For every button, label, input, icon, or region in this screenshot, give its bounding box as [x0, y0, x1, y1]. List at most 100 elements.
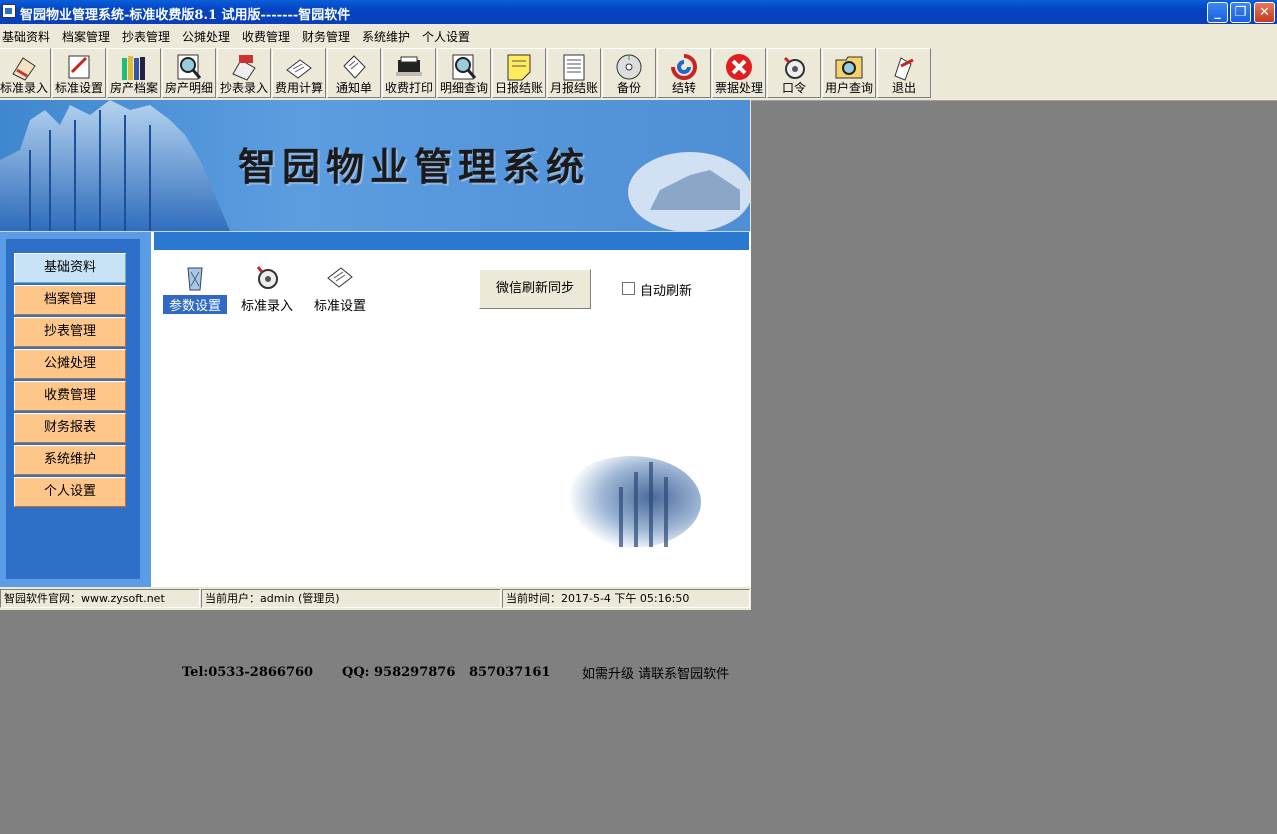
menu-item-system[interactable]: 系统维护 [362, 28, 410, 45]
toolbar-detail-query-button[interactable]: 明细查询 [437, 48, 491, 98]
standard-setting-item[interactable]: 标准设置 [308, 259, 372, 314]
toolbar-transfer-button[interactable]: 结转 [657, 48, 711, 98]
toolbar-label: 房产档案 [109, 81, 158, 95]
transfer-icon [671, 54, 697, 80]
toolbar-label: 退出 [891, 81, 916, 95]
content-panel: 参数设置 标准录入 标准设置 微信刷新同步 自动刷新 Tel:0533-2866… [151, 232, 751, 682]
tel-text: Tel:0533-2866760 [182, 665, 314, 680]
close-button[interactable]: ✕ [1254, 2, 1275, 23]
backup-disc-icon [616, 54, 642, 80]
toolbar-label: 抄表录入 [219, 81, 268, 95]
menu-bar: 基础资料 档案管理 抄表管理 公摊处理 收费管理 财务管理 系统维护 个人设置 [0, 24, 1277, 45]
standard-setting-icon [327, 267, 353, 288]
toolbar-daily-close-button[interactable]: 日报结账 [492, 48, 546, 98]
toolbar-label: 通知单 [335, 81, 372, 95]
content-header-stripe [154, 232, 749, 250]
toolbar-label: 结转 [671, 81, 696, 95]
report-icon [563, 54, 585, 81]
restore-button[interactable]: ❐ [1230, 2, 1251, 23]
standard-entry-item[interactable]: 标准录入 [235, 259, 299, 314]
menu-item-finance[interactable]: 财务管理 [302, 28, 350, 45]
toolbar-label: 房产明细 [164, 81, 213, 95]
auto-refresh-checkbox[interactable] [622, 282, 635, 295]
toolbar-user-query-button[interactable]: 用户查询 [822, 48, 876, 98]
toolbar: 标准录入 标准设置 房产档案 房产明细 抄表录入 费用计算 通知单 收费打印 明… [0, 45, 1277, 101]
auto-refresh-label: 自动刷新 [640, 284, 693, 299]
status-user: 当前用户：admin (管理员) [201, 589, 501, 608]
toolbar-label: 口令 [781, 81, 806, 95]
parameter-setting-label: 参数设置 [163, 295, 227, 314]
status-bar: 智园软件官网：www.zysoft.net 当前用户：admin (管理员) 当… [0, 587, 751, 610]
wechat-sync-button[interactable]: 微信刷新同步 [479, 269, 591, 309]
nav-finance-report[interactable]: 财务报表 [14, 413, 126, 443]
cancel-icon [726, 54, 752, 80]
standard-entry-icon [256, 266, 278, 289]
nav-system[interactable]: 系统维护 [14, 445, 126, 475]
menu-item-archive[interactable]: 档案管理 [62, 28, 110, 45]
toolbar-label: 票据处理 [714, 81, 763, 95]
upgrade-text: 如需升级 请联系智园软件 [582, 667, 730, 682]
toolbar-backup-button[interactable]: 备份 [602, 48, 656, 98]
status-time: 当前时间：2017-5-4 下午 05:16:50 [502, 589, 750, 608]
toolbar-label: 标准设置 [54, 81, 103, 95]
nav-basic-data[interactable]: 基础资料 [14, 253, 126, 283]
printer-icon [396, 56, 422, 76]
toolbar-label: 费用计算 [274, 81, 323, 95]
parameter-setting-item[interactable]: 参数设置 [163, 259, 227, 314]
toolbar-exit-button[interactable]: 退出 [877, 48, 931, 98]
books-icon [122, 56, 145, 80]
minimize-button[interactable]: _ [1207, 2, 1228, 23]
toolbar-label: 收费打印 [384, 81, 433, 95]
toolbar-fee-calc-button[interactable]: 费用计算 [272, 48, 326, 98]
nav-meter[interactable]: 抄表管理 [14, 317, 126, 347]
toolbar-print-button[interactable]: 收费打印 [382, 48, 436, 98]
toolbar-monthly-close-button[interactable]: 月报结账 [547, 48, 601, 98]
nav-shared[interactable]: 公摊处理 [14, 349, 126, 379]
pen-paper-icon [12, 57, 36, 81]
menu-item-shared[interactable]: 公摊处理 [182, 28, 230, 45]
toolbar-ticket-button[interactable]: 票据处理 [712, 48, 766, 98]
notice-icon [343, 55, 366, 79]
banner-title: 智园物业管理系统 [238, 144, 591, 189]
nav-personal[interactable]: 个人设置 [14, 477, 126, 507]
toolbar-label: 标准录入 [0, 81, 48, 95]
toolbar-meter-entry-button[interactable]: 抄表录入 [217, 48, 271, 98]
app-icon[interactable] [2, 4, 16, 18]
meter-entry-icon [232, 55, 256, 81]
nav-archive[interactable]: 档案管理 [14, 285, 126, 315]
standard-setting-label: 标准设置 [313, 299, 366, 314]
nav-charge[interactable]: 收费管理 [14, 381, 126, 411]
search-doc-icon [452, 54, 477, 80]
toolbar-notice-button[interactable]: 通知单 [327, 48, 381, 98]
menu-item-basic-data[interactable]: 基础资料 [2, 28, 50, 45]
toolbar-label: 用户查询 [824, 81, 873, 95]
toolbar-password-button[interactable]: 口令 [767, 48, 821, 98]
menu-item-charge[interactable]: 收费管理 [242, 28, 290, 45]
password-icon [783, 56, 805, 79]
menu-item-personal[interactable]: 个人设置 [422, 28, 470, 45]
banner: 智园物业管理系统 [0, 100, 750, 233]
toolbar-property-detail-button[interactable]: 房产明细 [162, 48, 216, 98]
qq2-text: 857037161 [469, 665, 551, 680]
standard-entry-label: 标准录入 [240, 299, 293, 314]
window-title: 智园物业管理系统-标准收费版8.1 试用版-------智园软件 [20, 8, 351, 23]
menu-item-meter[interactable]: 抄表管理 [122, 28, 170, 45]
toolbar-property-archive-button[interactable]: 房产档案 [107, 48, 161, 98]
title-bar: 智园物业管理系统-标准收费版8.1 试用版-------智园软件 _ ❐ ✕ [0, 0, 1277, 24]
magnifier-icon [177, 54, 202, 80]
toolbar-label: 月报结账 [549, 81, 598, 95]
building-decoration-image [561, 456, 701, 548]
calculation-icon [286, 59, 312, 79]
toolbar-label: 备份 [616, 81, 641, 95]
toolbar-standard-entry-button[interactable]: 标准录入 [0, 48, 51, 98]
status-website: 智园软件官网：www.zysoft.net [0, 589, 200, 608]
toolbar-standard-setting-button[interactable]: 标准设置 [52, 48, 106, 98]
sidebar: 基础资料 档案管理 抄表管理 公摊处理 收费管理 财务报表 系统维护 个人设置 [0, 232, 151, 587]
parameter-icon [187, 267, 203, 291]
note-icon [507, 54, 531, 81]
qq-text: QQ: 958297876 [342, 665, 456, 680]
toolbar-label: 明细查询 [439, 81, 488, 95]
toolbar-label: 日报结账 [494, 81, 543, 95]
exit-icon [894, 57, 914, 81]
main-window: 智园物业管理系统 基础资料 档案管理 抄表管理 公摊处理 收费管理 财务报表 系… [0, 100, 751, 682]
